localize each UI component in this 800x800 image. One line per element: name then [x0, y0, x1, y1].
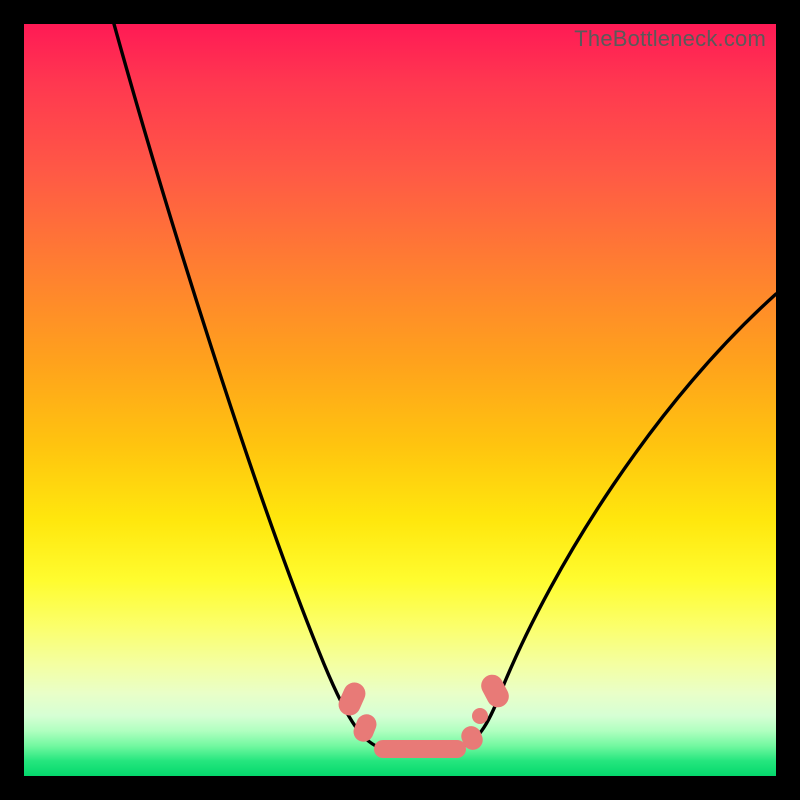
blob-left-lower — [350, 711, 379, 744]
blob-bottom-bar — [374, 740, 466, 758]
blob-right-dot — [472, 708, 488, 724]
plot-area: TheBottleneck.com — [24, 24, 776, 776]
curve-path — [114, 24, 776, 752]
outer-frame: TheBottleneck.com — [0, 0, 800, 800]
chart-svg — [24, 24, 776, 776]
blob-left-upper — [335, 679, 369, 719]
